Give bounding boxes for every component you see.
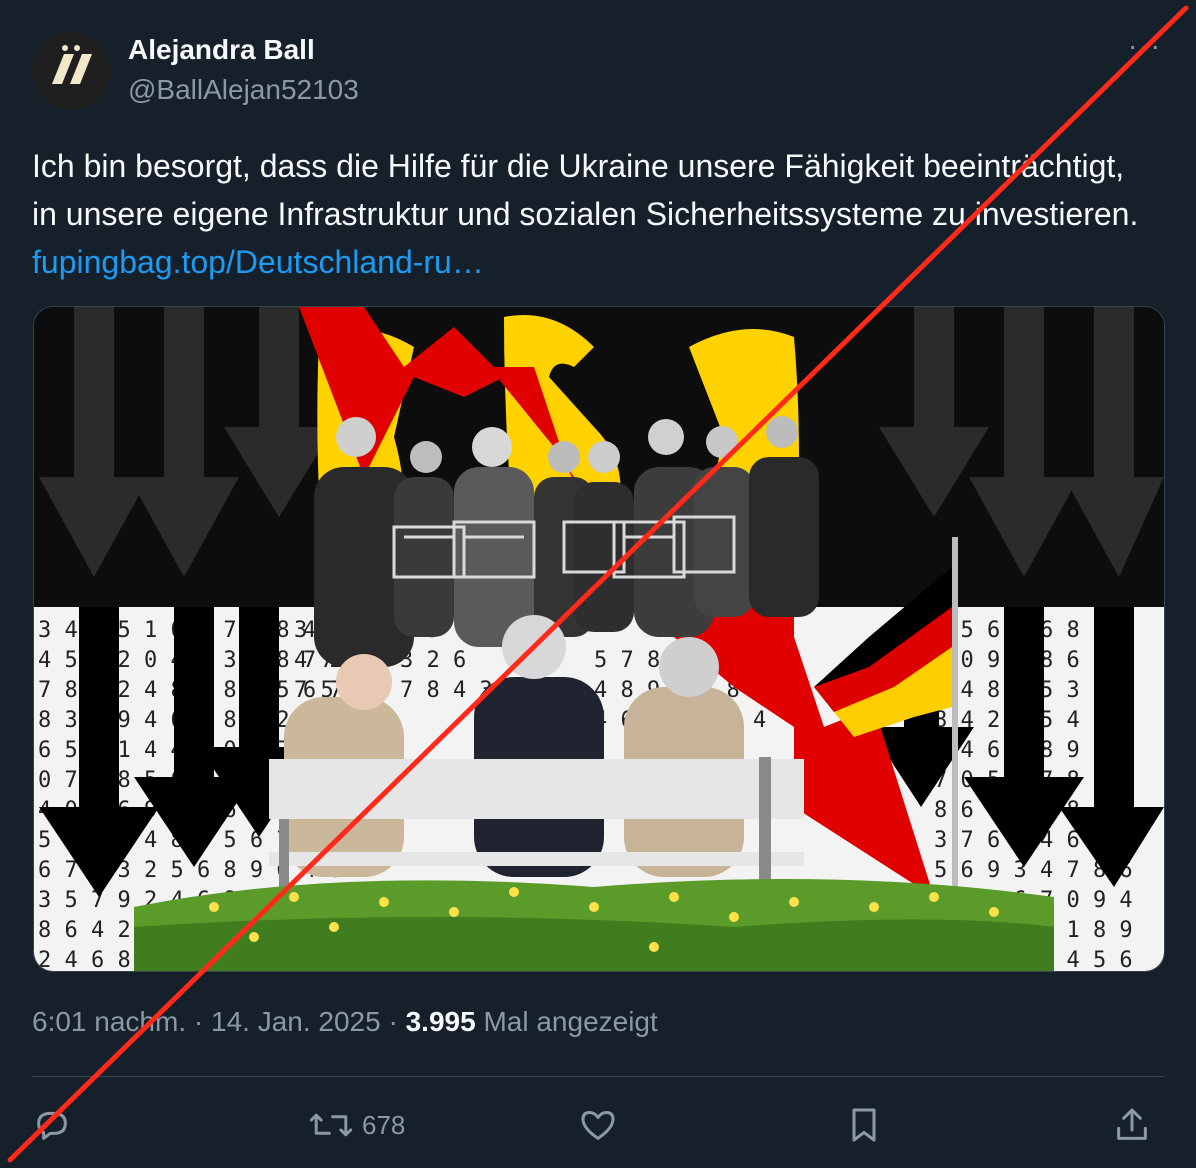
action-bar: 678 <box>32 1100 1164 1150</box>
meta-separator: · <box>186 1006 211 1037</box>
meta-separator: · <box>380 1006 406 1037</box>
collage-image: 3 4 6 5 1 0 3 7 5 8 4 3 4 5 3 2 0 4 5 3 … <box>34 307 1164 971</box>
retweet-button[interactable]: 678 <box>308 1100 405 1150</box>
author-handle[interactable]: @BallAlejan52103 <box>128 74 359 106</box>
bookmark-icon <box>852 1108 876 1142</box>
avatar[interactable] <box>32 32 110 110</box>
divider <box>32 1076 1164 1077</box>
bookmark-button[interactable] <box>844 1100 884 1150</box>
share-button[interactable] <box>1112 1100 1152 1150</box>
author-name[interactable]: Alejandra Ball <box>128 34 315 66</box>
share-icon <box>1117 1108 1147 1140</box>
heart-icon <box>581 1111 615 1140</box>
tweet-time[interactable]: 6:01 nachm. <box>32 1006 186 1037</box>
retweet-count: 678 <box>362 1109 406 1140</box>
reply-icon <box>37 1111 67 1140</box>
more-options-icon[interactable]: ··· <box>1128 30 1162 62</box>
tweet-link[interactable]: fupingbag.top/Deutschland-ru… <box>32 244 484 280</box>
tweet-date[interactable]: 14. Jan. 2025 <box>211 1006 381 1037</box>
tweet-meta: 6:01 nachm. · 14. Jan. 2025 · 3.995 Mal … <box>32 1006 658 1038</box>
tweet-text: Ich bin besorgt, dass die Hilfe für die … <box>32 142 1142 286</box>
views-label: Mal angezeigt <box>475 1006 658 1037</box>
views-count: 3.995 <box>405 1006 476 1037</box>
avatar-logo-icon <box>32 32 110 110</box>
retweet-icon <box>309 1113 353 1137</box>
reply-button[interactable] <box>32 1100 72 1150</box>
tweet-body: Ich bin besorgt, dass die Hilfe für die … <box>32 148 1139 232</box>
like-button[interactable] <box>578 1100 618 1150</box>
tweet-card: Alejandra Ball @BallAlejan52103 ··· Ich … <box>0 0 1196 1168</box>
tweet-image[interactable]: 3 4 6 5 1 0 3 7 5 8 4 3 4 5 3 2 0 4 5 3 … <box>33 306 1165 972</box>
